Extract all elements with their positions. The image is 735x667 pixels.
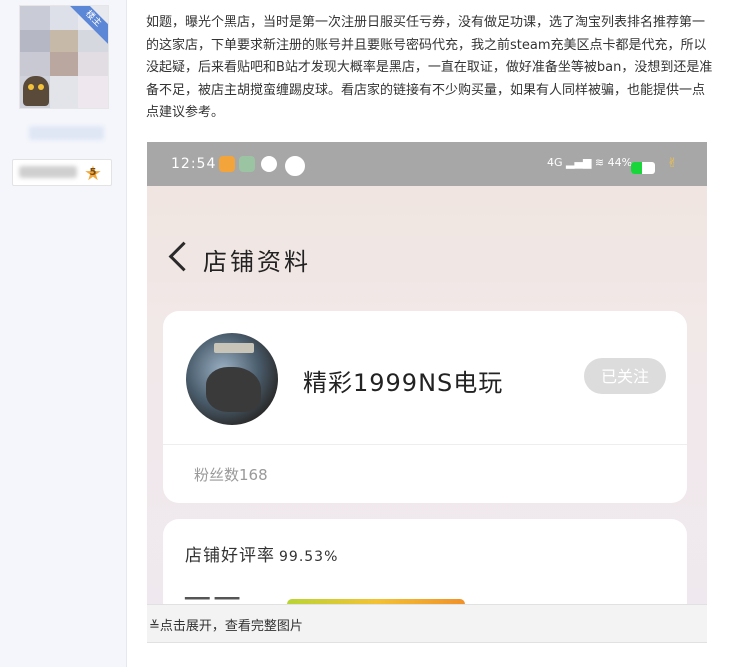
post-body: 如题，曝光个黑店，当时是第一次注册日服买任亏券，没有做足功课，选了淘宝列表排名推… xyxy=(146,15,713,120)
emoji-icon: ✌ xyxy=(667,156,678,171)
divider xyxy=(163,444,687,445)
owl-sticker-icon xyxy=(23,76,49,106)
followed-button: 已关注 xyxy=(584,358,666,394)
shop-avatar xyxy=(186,333,278,425)
shop-info-card: 精彩1999NS电玩 已关注 粉丝数168 xyxy=(163,311,687,503)
back-arrow-icon xyxy=(168,241,199,272)
battery-icon xyxy=(631,162,655,174)
cut-off-row-text: ▔▔ ▔▔ xyxy=(185,597,239,604)
wifi-icon: ≋ xyxy=(594,156,605,169)
shop-rating-card: 店铺好评率99.53% ▔▔ ▔▔ xyxy=(163,519,687,604)
page-title: 店铺资料 xyxy=(203,248,311,276)
author-name[interactable] xyxy=(29,126,104,140)
shop-name: 精彩1999NS电玩 xyxy=(303,369,504,397)
clock-icon xyxy=(285,156,305,176)
level-number: 5 xyxy=(89,167,97,178)
author-avatar[interactable]: 楼主 xyxy=(19,5,109,109)
post-screenshot-image[interactable]: 12:54 4G ▂▄▆ ≋ 44% ✌ 店铺资料 精彩1999NS电玩 已关注… xyxy=(147,142,707,604)
rating-label: 店铺好评率 xyxy=(185,546,275,566)
expand-label: 点击展开，查看完整图片 xyxy=(159,619,303,634)
status-time: 12:54 xyxy=(171,156,217,172)
author-sidebar: 楼主 ★ 5 xyxy=(0,0,127,667)
app-avatar-icon xyxy=(239,156,255,172)
fans-count: 粉丝数168 xyxy=(194,466,268,484)
expand-image-bar[interactable]: ≚点击展开，查看完整图片 xyxy=(147,604,707,643)
chat-bubble-icon xyxy=(261,156,277,172)
user-level-badge[interactable]: ★ 5 xyxy=(12,159,112,186)
chevron-down-icon: ≚ xyxy=(149,619,160,634)
signal-icon: ▂▄▆ xyxy=(566,156,592,169)
rating-value: 99.53% xyxy=(279,549,339,565)
network-type: 4G xyxy=(547,156,563,169)
weibo-icon xyxy=(219,156,235,172)
battery-percent: 44% xyxy=(607,156,633,169)
level-title xyxy=(19,166,77,178)
phone-status-bar: 12:54 4G ▂▄▆ ≋ 44% ✌ xyxy=(147,142,707,186)
